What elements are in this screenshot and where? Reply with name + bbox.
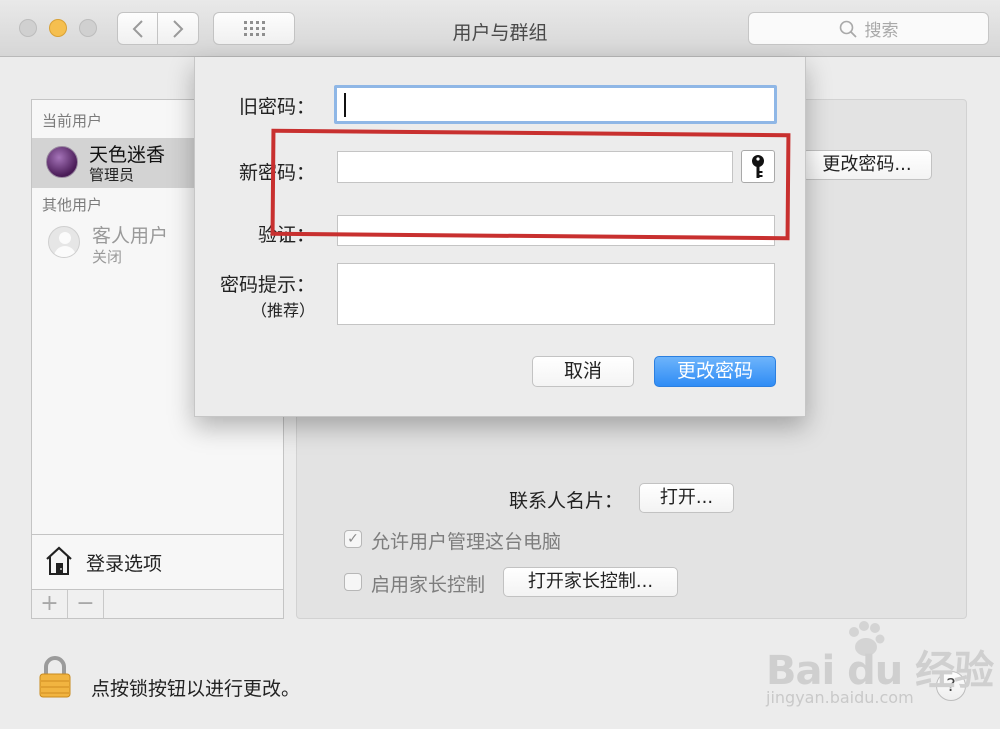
login-options-item[interactable]: 登录选项	[32, 534, 283, 589]
allow-admin-label: 允许用户管理这台电脑	[371, 531, 562, 553]
lock-message: 点按锁按钮以进行更改。	[91, 678, 301, 700]
open-parental-controls-button[interactable]: 打开家长控制...	[503, 567, 678, 597]
guest-user-status: 关闭	[92, 248, 123, 266]
parental-controls-checkbox[interactable]	[344, 573, 362, 591]
title-bar: 用户与群组 搜索	[0, 0, 1000, 57]
red-highlight-box	[270, 128, 791, 241]
confirm-change-password-button[interactable]: 更改密码	[654, 356, 776, 387]
avatar	[46, 146, 78, 178]
change-password-button[interactable]: 更改密码...	[802, 150, 932, 180]
password-hint-field[interactable]	[337, 263, 775, 325]
text-caret	[344, 93, 346, 117]
search-placeholder: 搜索	[864, 21, 899, 41]
open-contact-card-button[interactable]: 打开...	[639, 483, 734, 513]
password-hint-sublabel: （推荐）	[250, 301, 315, 320]
other-users-header: 其他用户	[42, 196, 103, 214]
cancel-button[interactable]: 取消	[532, 356, 634, 387]
search-field[interactable]: 搜索	[748, 12, 989, 45]
parental-controls-label: 启用家长控制	[371, 574, 486, 596]
current-users-header: 当前用户	[42, 112, 103, 130]
search-icon	[839, 20, 857, 38]
add-user-button[interactable]: +	[32, 590, 68, 618]
house-icon	[46, 546, 72, 575]
password-hint-label: 密码提示：	[219, 274, 315, 296]
sidebar-toolbar: + −	[32, 589, 283, 618]
lock-icon[interactable]	[38, 656, 72, 698]
current-user-name: 天色迷香	[89, 144, 166, 166]
old-password-field[interactable]	[334, 85, 777, 124]
watermark-url: jingyan.baidu.com	[766, 688, 914, 707]
allow-admin-checkbox[interactable]: ✓	[344, 530, 362, 548]
old-password-label: 旧密码：	[238, 96, 315, 118]
guest-user-name[interactable]: 客人用户	[92, 221, 168, 248]
current-user-role: 管理员	[89, 166, 135, 184]
contact-card-label: 联系人名片：	[509, 490, 624, 512]
remove-user-button[interactable]: −	[68, 590, 104, 618]
login-options-label: 登录选项	[86, 553, 163, 575]
guest-avatar	[48, 226, 80, 258]
